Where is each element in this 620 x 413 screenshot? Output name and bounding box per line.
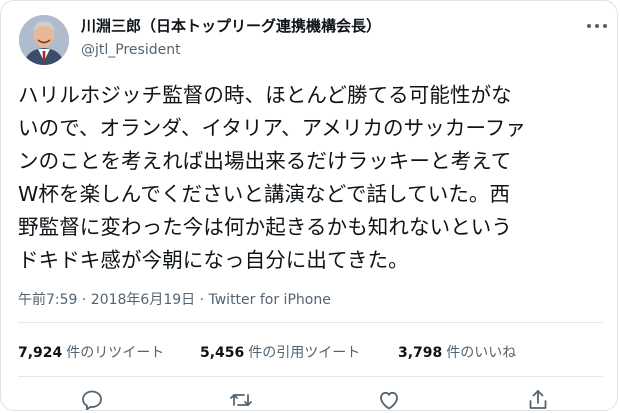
like-heart-icon[interactable] [377, 388, 401, 410]
share-icon[interactable] [526, 388, 550, 410]
tweet-text-line: 野監督に変わった今は何か起きるかも知れないという [18, 215, 512, 239]
quote-label: 件の引用ツイート [248, 345, 361, 361]
more-dots-icon[interactable] [585, 19, 609, 33]
author-handle[interactable]: @jtl_President [81, 42, 181, 58]
action-bar [1, 388, 617, 410]
quote-count: 5,456 [200, 345, 245, 361]
retweet-label: 件のリツイート [66, 345, 165, 361]
tweet-text-line: いので、オランダ、イタリア、アメリカのサッカーファ [18, 116, 527, 140]
tweet-card: 川淵三郎（日本トップリーグ連携機構会長） @jtl_President ハリルホ… [0, 0, 618, 411]
like-label: 件のいいね [446, 345, 517, 361]
quote-count-link[interactable]: 5,456 件の引用ツイート [200, 342, 360, 362]
avatar[interactable] [19, 15, 69, 65]
retweet-count: 7,924 [18, 345, 63, 361]
tweet-text-line: ンのことを考えれば出場出来るだけラッキーと考えて [18, 149, 512, 173]
like-count: 3,798 [398, 345, 443, 361]
tweet-text-line: ドキドキ感が今朝になっ自分に出てきた。 [18, 248, 409, 272]
retweet-icon[interactable] [229, 388, 253, 410]
tweet-text-line: ハリルホジッチ監督の時、ほとんど勝てる可能性がな [18, 83, 512, 107]
divider [18, 322, 603, 323]
tweet-text-line: W杯を楽しんでくださいと講演などで話していた。西 [18, 182, 511, 206]
divider [18, 376, 603, 377]
tweet-text: ハリルホジッチ監督の時、ほとんど勝てる可能性がな いので、オランダ、イタリア、ア… [18, 79, 613, 277]
tweet-timestamp[interactable]: 午前7:59 · 2018年6月19日 · Twitter for iPhone [18, 289, 331, 309]
retweet-count-link[interactable]: 7,924 件のリツイート [18, 342, 164, 362]
author-display-name[interactable]: 川淵三郎（日本トップリーグ連携機構会長） [81, 15, 381, 36]
like-count-link[interactable]: 3,798 件のいいね [398, 342, 516, 362]
reply-icon[interactable] [80, 388, 104, 410]
